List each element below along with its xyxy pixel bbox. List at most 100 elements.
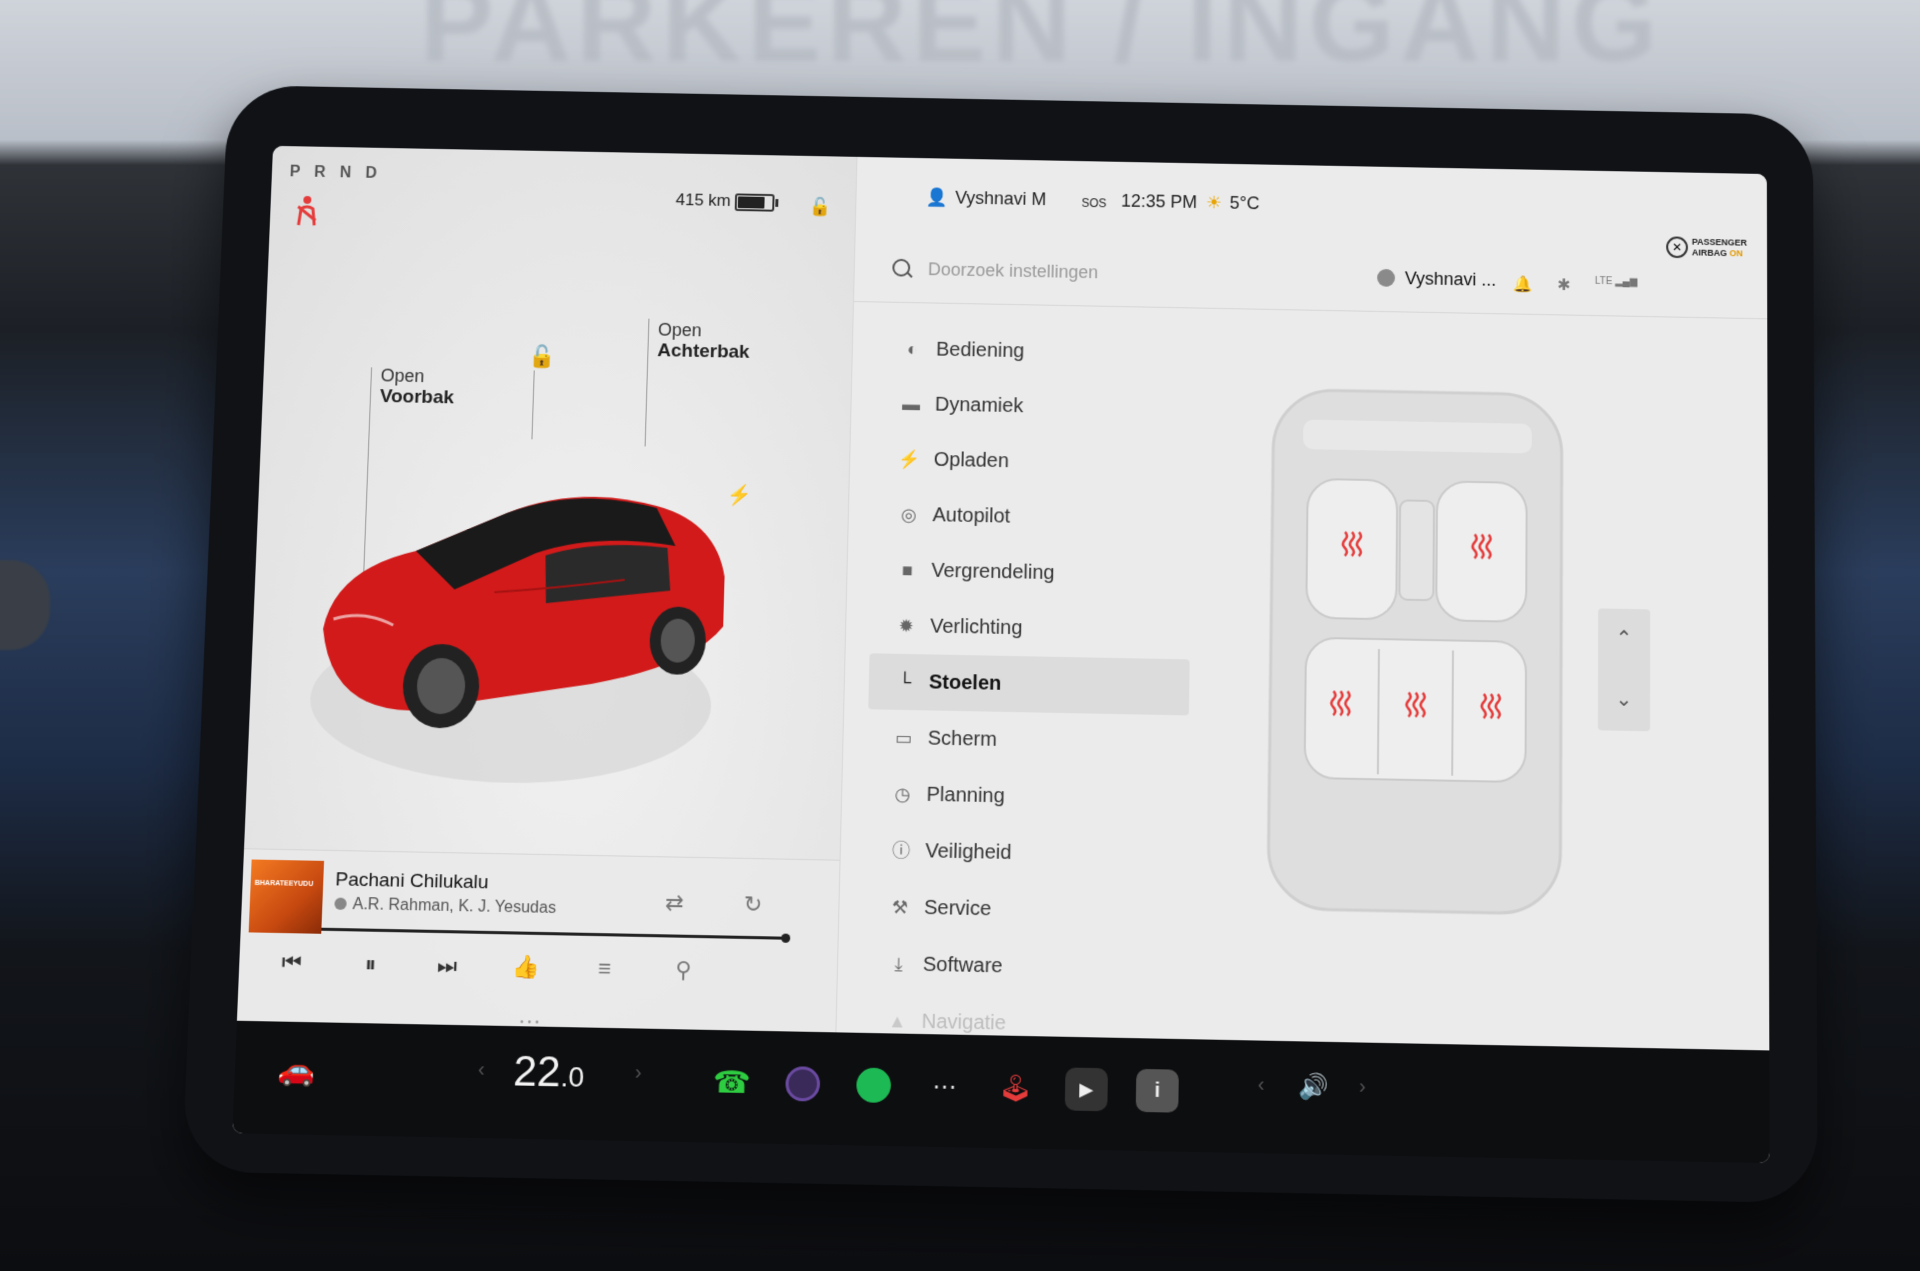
- media-player: BHARATEEYUDU Pachani Chilukalu A.R. Rahm…: [236, 848, 840, 1034]
- volume-down-icon[interactable]: ‹: [1258, 1073, 1265, 1097]
- pause-icon[interactable]: ⏸: [354, 951, 387, 978]
- seat-scroll-controls: ⌃ ⌄: [1597, 608, 1651, 732]
- manual-info-icon[interactable]: i: [1135, 1068, 1179, 1113]
- front-trunk-button[interactable]: Open Voorbak: [379, 365, 455, 410]
- touchscreen: P R N D 415 km 🔓 Open Voorbak Open Achte…: [232, 145, 1770, 1164]
- profile-name: Vyshnavi ...: [1404, 268, 1497, 290]
- album-caption: BHARATEEYUDU: [254, 879, 314, 889]
- volume-icon[interactable]: 🔊: [1298, 1072, 1329, 1114]
- light-icon: ✹: [898, 615, 914, 637]
- cabin-temperature[interactable]: 22.0: [513, 1047, 586, 1097]
- theater-icon[interactable]: ▶: [1064, 1067, 1109, 1112]
- menu-item-verlichting[interactable]: ✹ Verlichting: [870, 597, 1191, 659]
- lock-icon: ■: [901, 560, 914, 581]
- menu-item-service[interactable]: ⚒ Service: [863, 878, 1187, 941]
- artist-line: A.R. Rahman, K. J. Yesudas: [334, 896, 556, 919]
- progress-fill: [321, 927, 786, 940]
- bolt-icon: ⚡: [898, 449, 922, 470]
- progress-knob[interactable]: [781, 933, 791, 943]
- next-track-icon[interactable]: ⏭: [431, 952, 464, 979]
- menu-item-stoelen[interactable]: └ Stoelen: [868, 653, 1190, 716]
- driver-profile[interactable]: Vyshnavi M: [955, 188, 1047, 210]
- temp-up-icon[interactable]: ›: [635, 1061, 642, 1085]
- weather-sun-icon: ☀: [1205, 192, 1223, 213]
- artist-name: A.R. Rahman, K. J. Yesudas: [352, 895, 557, 918]
- bluetooth-icon[interactable]: ✱: [1557, 275, 1570, 295]
- shuffle-icon[interactable]: ⇄: [665, 890, 684, 917]
- album-art[interactable]: BHARATEEYUDU: [248, 859, 325, 934]
- song-title: Pachani Chilukalu: [335, 869, 489, 894]
- screen-icon: ▭: [894, 727, 913, 749]
- vehicle-render: [307, 491, 727, 787]
- clock-icon: ◷: [894, 784, 911, 805]
- menu-item-label: Software: [922, 953, 1003, 978]
- camera-icon[interactable]: [781, 1062, 825, 1106]
- car-controls-icon[interactable]: 🚗: [277, 1052, 316, 1094]
- thumbs-up-icon[interactable]: 👍: [509, 954, 542, 981]
- lock-status-icon[interactable]: 🔓: [809, 197, 832, 218]
- airbag-label-1: PASSENGER: [1691, 236, 1748, 248]
- menu-item-opladen[interactable]: ⚡ Opladen: [873, 431, 1192, 492]
- menu-item-label: Vergrendeling: [931, 559, 1055, 585]
- rear-trunk-button[interactable]: Open Achterbak: [657, 319, 750, 364]
- temperature-decimal: .0: [560, 1060, 585, 1093]
- menu-item-vergrendeling[interactable]: ■ Vergrendeling: [871, 542, 1191, 604]
- settings-search-input[interactable]: [925, 253, 1267, 292]
- seat-heater-map: [1247, 350, 1581, 935]
- wrench-icon: ⚒: [891, 897, 909, 918]
- front-trunk-label: Voorbak: [379, 386, 455, 409]
- menu-item-label: Service: [923, 896, 992, 921]
- door-unlock-icon[interactable]: 🔓: [528, 344, 556, 370]
- source-icon: [334, 897, 347, 910]
- phone-icon[interactable]: ☎: [710, 1061, 754, 1105]
- playback-progress[interactable]: [321, 927, 791, 943]
- rear-trunk-label: Achterbak: [657, 340, 750, 363]
- battery-fill: [737, 196, 765, 209]
- clock: 12:35 PM: [1120, 190, 1198, 212]
- battery-icon: [734, 193, 775, 212]
- arcade-joystick-icon[interactable]: 🕹: [994, 1066, 1037, 1110]
- repeat-icon[interactable]: ↻: [743, 891, 762, 918]
- car-icon: ▬: [901, 394, 921, 415]
- menu-item-label: Opladen: [933, 448, 1010, 473]
- menu-item-label: Veiligheid: [925, 840, 1012, 865]
- dashboard-vent: [0, 560, 50, 650]
- menu-item-label: Verlichting: [929, 615, 1023, 640]
- menu-item-label: Scherm: [927, 727, 998, 751]
- bell-icon[interactable]: 🔔: [1513, 274, 1533, 294]
- previous-track-icon[interactable]: ⏮: [275, 949, 308, 976]
- media-search-icon[interactable]: ⚲: [667, 957, 700, 984]
- equalizer-icon[interactable]: ≡: [588, 955, 621, 982]
- temp-down-icon[interactable]: ‹: [478, 1058, 486, 1082]
- rear-trunk-action: Open: [657, 319, 702, 341]
- outside-temperature: 5°C: [1229, 193, 1260, 214]
- menu-item-autopilot[interactable]: ◎ Autopilot: [872, 486, 1192, 548]
- menu-item-label: Bediening: [935, 338, 1025, 363]
- download-icon: ⤓: [894, 954, 903, 975]
- settings-pane: 👤 Vyshnavi M SOS 12:35 PM ☀ 5°C ✕ PASSEN…: [835, 156, 1770, 1051]
- menu-item-bediening[interactable]: ◐ Bediening: [876, 321, 1194, 382]
- profile-button[interactable]: Vyshnavi ...: [1377, 268, 1496, 291]
- chevron-up-icon[interactable]: ⌃: [1598, 608, 1650, 670]
- menu-item-planning[interactable]: ◷ Planning: [866, 765, 1189, 828]
- user-icon[interactable]: 👤: [925, 187, 948, 208]
- spotify-icon[interactable]: [852, 1063, 896, 1107]
- gear-indicator: P R N D: [289, 163, 383, 182]
- sos-button[interactable]: SOS: [1081, 196, 1106, 210]
- menu-item-scherm[interactable]: ▭ Scherm: [867, 709, 1189, 771]
- menu-item-label: Stoelen: [928, 671, 1002, 695]
- menu-item-dynamiek[interactable]: ▬ Dynamiek: [875, 376, 1194, 437]
- profile-icon: [1377, 268, 1396, 287]
- volume-up-icon[interactable]: ›: [1359, 1075, 1366, 1099]
- more-apps-icon[interactable]: ⋯: [923, 1065, 966, 1109]
- menu-item-label: Planning: [926, 783, 1005, 808]
- chevron-down-icon[interactable]: ⌄: [1598, 669, 1650, 731]
- menu-item-label: Dynamiek: [934, 393, 1024, 418]
- menu-item-veiligheid[interactable]: ⓘ Veiligheid: [864, 822, 1187, 885]
- search-icon: [892, 258, 911, 277]
- car-status-pane: P R N D 415 km 🔓 Open Voorbak Open Achte…: [236, 145, 857, 1034]
- display-bezel: P R N D 415 km 🔓 Open Voorbak Open Achte…: [181, 84, 1818, 1204]
- seat-icon: └: [898, 671, 912, 693]
- menu-item-software[interactable]: ⤓ Software: [862, 935, 1186, 998]
- background-sign: PARKEREN / INGANG: [420, 0, 1663, 85]
